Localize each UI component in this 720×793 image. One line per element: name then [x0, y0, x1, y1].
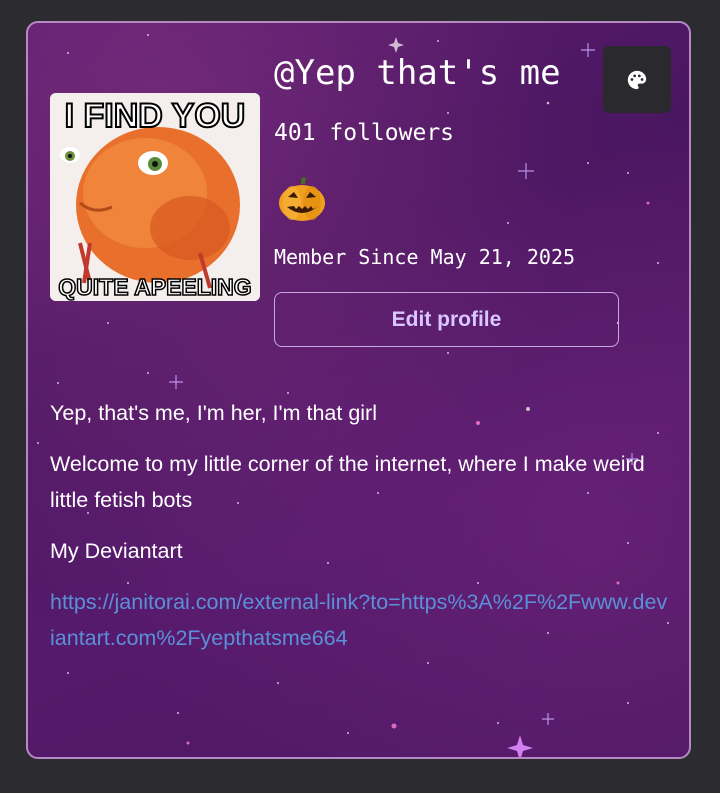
followers-count[interactable]: 401 followers	[274, 120, 454, 146]
member-since: Member Since May 21, 2025	[274, 245, 576, 269]
palette-icon	[627, 70, 647, 89]
jack-o-lantern-icon	[279, 177, 325, 221]
avatar-top-text: I FIND YOU	[65, 97, 246, 135]
deviantart-link[interactable]: https://janitorai.com/external-link?to=h…	[50, 584, 670, 656]
theme-button[interactable]	[603, 46, 671, 113]
profile-card: I FIND YOU QUITE APEELING @Yep that's me…	[26, 21, 691, 759]
profile-bio: Yep, that's me, I'm her, I'm that girl W…	[50, 395, 670, 656]
avatar: I FIND YOU QUITE APEELING	[50, 93, 260, 301]
avatar-meme-image: I FIND YOU QUITE APEELING	[50, 93, 260, 301]
avatar-bottom-text: QUITE APEELING	[58, 274, 251, 300]
profile-handle: @Yep that's me	[274, 53, 561, 93]
bio-line: Welcome to my little corner of the inter…	[50, 452, 645, 512]
bio-line: Yep, that's me, I'm her, I'm that girl	[50, 401, 377, 425]
bio-line: My Deviantart	[50, 539, 183, 563]
edit-profile-button[interactable]: Edit profile	[274, 292, 619, 347]
